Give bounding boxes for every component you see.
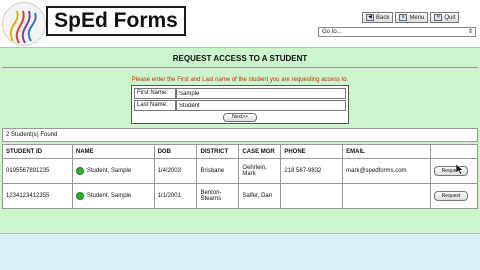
email-cell — [342, 183, 431, 209]
phone-cell — [280, 183, 344, 209]
case-mgr-cell: Oehrlein, Mark — [238, 158, 282, 184]
page-title: REQUEST ACCESS TO A STUDENT — [172, 54, 308, 63]
goto-select-value: Go to... — [322, 29, 342, 35]
bottom-bar — [0, 235, 480, 270]
column-header: DISTRICT — [196, 144, 240, 159]
menu-button-label: Menu — [409, 14, 425, 21]
menu-icon: ≡ — [399, 14, 408, 21]
mouse-cursor-icon — [456, 164, 464, 175]
instruction-text: Please enter the First and Last name of … — [131, 77, 349, 83]
menu-button[interactable]: ≡ Menu — [395, 12, 429, 23]
status-icon — [75, 167, 84, 175]
column-header: DOB — [153, 144, 198, 159]
quit-button[interactable]: ✕ Quit — [430, 12, 460, 23]
first-name-row: First Name: — [134, 88, 346, 99]
logo-swirl-icon — [2, 2, 46, 46]
back-arrow-icon: ◀ — [366, 14, 374, 21]
student-name: Student, Sample — [86, 193, 132, 199]
phone-cell: 218 587-9832 — [280, 158, 344, 184]
student-name: Student, Sample — [86, 168, 132, 174]
column-header: EMAIL — [342, 144, 431, 159]
name-cell: Student, Sample — [71, 183, 155, 209]
quit-button-label: Quit — [444, 14, 456, 21]
back-button-label: Back — [376, 14, 390, 21]
last-name-label: Last Name: — [134, 100, 176, 111]
request-button[interactable]: Request — [433, 191, 468, 201]
request-access-panel: REQUEST ACCESS TO A STUDENT Please enter… — [0, 47, 480, 234]
last-name-row: Last Name: — [134, 100, 346, 111]
name-cell: Student, Sample — [71, 158, 155, 184]
status-icon — [75, 192, 84, 200]
student-id-cell: 0195567891235 — [2, 158, 73, 184]
column-header: STUDENT ID — [2, 144, 73, 159]
district-cell: Benton-Stearns — [196, 183, 240, 209]
table-row: 1234123412355 Student, Sample 1/1/2001 B… — [2, 183, 479, 209]
table-header-row: STUDENT ID NAME DOB DISTRICT CASE MGR PH… — [2, 144, 479, 159]
back-button[interactable]: ◀ Back — [362, 12, 394, 23]
app-logo: SpEd Forms — [46, 6, 186, 36]
goto-select[interactable]: Go to... ⇕ — [318, 27, 476, 37]
next-button[interactable]: Next>> — [223, 113, 257, 122]
title-divider — [2, 67, 478, 68]
column-header: PHONE — [280, 144, 344, 159]
last-name-input[interactable] — [176, 100, 346, 111]
first-name-label: First Name: — [134, 88, 176, 99]
results-count: 2 Student(s) Found — [2, 128, 478, 142]
column-header: CASE MGR — [238, 144, 282, 159]
dob-cell: 1/1/2001 — [153, 183, 198, 209]
dob-cell: 1/4/2003 — [153, 158, 198, 184]
table-row: 0195567891235 Student, Sample 1/4/2003 B… — [2, 158, 479, 184]
case-mgr-cell: Salfer, Dan — [238, 183, 282, 209]
quit-icon: ✕ — [434, 14, 443, 21]
column-header: NAME — [71, 144, 155, 159]
student-search-form: First Name: Last Name: Next>> — [131, 85, 349, 124]
action-cell: Request — [429, 158, 479, 184]
email-cell: mark@spedforms.com — [342, 158, 431, 184]
nav-toolbar: ◀ Back ≡ Menu ✕ Quit — [362, 12, 460, 23]
action-cell: Request — [429, 183, 479, 209]
column-header — [429, 144, 479, 159]
district-cell: Brisbane — [196, 158, 240, 184]
first-name-input[interactable] — [176, 88, 346, 99]
chevron-updown-icon: ⇕ — [467, 29, 473, 35]
student-id-cell: 1234123412355 — [2, 183, 73, 209]
student-results-table: STUDENT ID NAME DOB DISTRICT CASE MGR PH… — [2, 144, 479, 209]
